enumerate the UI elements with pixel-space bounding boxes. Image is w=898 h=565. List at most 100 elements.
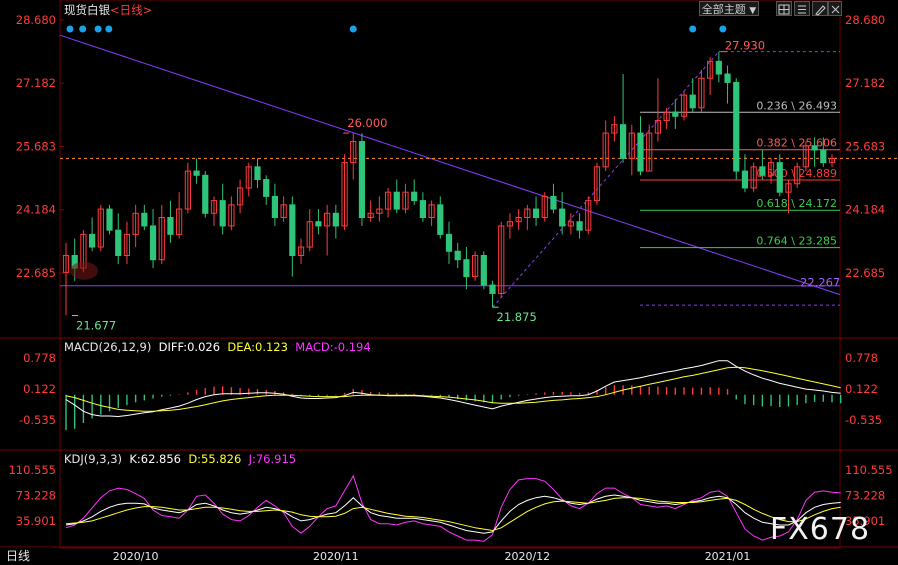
event-dot-icon bbox=[79, 25, 87, 33]
kdj-d-value: D:55.826 bbox=[188, 452, 242, 466]
candle-body bbox=[315, 221, 322, 227]
theme-dropdown[interactable]: 全部主题 ▼ bbox=[699, 1, 759, 16]
price-annotation-label: 27.930 bbox=[725, 39, 765, 53]
macd-dea-value: DEA:0.123 bbox=[227, 340, 288, 354]
candle-body bbox=[733, 81, 740, 172]
y-tick-label-right: 28.680 bbox=[845, 13, 885, 27]
candle-body bbox=[219, 200, 226, 227]
highlight-marker bbox=[70, 261, 98, 280]
macd-dif-line bbox=[65, 360, 841, 418]
trend-line bbox=[59, 34, 841, 296]
close-icon[interactable] bbox=[828, 1, 842, 16]
candle-body bbox=[550, 195, 557, 210]
instrument-name: 现货白银 bbox=[64, 3, 110, 17]
event-dot-icon bbox=[349, 25, 357, 33]
candle-body bbox=[393, 191, 400, 210]
candle-body bbox=[437, 204, 444, 235]
candle-body bbox=[149, 225, 157, 261]
candle-body bbox=[463, 259, 470, 278]
candle-body bbox=[115, 229, 122, 256]
price-annotation-label: 21.677 bbox=[76, 319, 116, 333]
event-dot-icon bbox=[94, 25, 102, 33]
price-annotation-label: 26.000 bbox=[347, 116, 387, 130]
y-tick-label-left: 22.685 bbox=[16, 266, 56, 280]
candle-body bbox=[776, 162, 783, 193]
kdj-j-line bbox=[65, 474, 841, 542]
period-selector[interactable]: 日线 bbox=[0, 547, 52, 565]
candle-body bbox=[271, 195, 279, 219]
candle-body bbox=[532, 208, 540, 219]
y-tick-label-right: 22.685 bbox=[845, 266, 885, 280]
candle-body bbox=[419, 200, 426, 219]
candle-body bbox=[759, 166, 766, 176]
y-tick-label-left: 25.683 bbox=[16, 139, 56, 153]
x-tick-label: 2020/11 bbox=[313, 550, 359, 563]
price-annotation-label: 21.875 bbox=[497, 310, 537, 324]
macd-y-tick-right: 0.778 bbox=[845, 351, 878, 365]
candle-body bbox=[167, 217, 174, 235]
fib-level-label: 0.236 \ 26.493 bbox=[756, 99, 837, 112]
theme-dropdown-label: 全部主题 bbox=[701, 3, 746, 16]
y-tick-label-right: 27.182 bbox=[845, 76, 885, 90]
grid-toggle-icon[interactable] bbox=[776, 1, 792, 16]
candle-body bbox=[724, 73, 731, 83]
macd-y-tick-right: 0.122 bbox=[845, 382, 878, 396]
kdj-y-tick-left: 73.228 bbox=[16, 489, 56, 503]
candle-body bbox=[202, 174, 209, 214]
kdj-j-value: J:76.915 bbox=[248, 452, 297, 466]
x-tick-label: 2020/12 bbox=[504, 550, 550, 563]
candle-body bbox=[619, 124, 627, 159]
candle-body bbox=[289, 204, 296, 256]
candle-body bbox=[672, 111, 679, 117]
macd-y-tick-right: -0.535 bbox=[845, 413, 882, 427]
y-tick-label-left: 24.184 bbox=[16, 203, 56, 217]
candle-body bbox=[741, 170, 749, 189]
candle-body bbox=[193, 170, 200, 176]
fib-level-label: 0.382 \ 25.606 bbox=[756, 137, 837, 150]
fib-base-line bbox=[492, 51, 720, 308]
y-tick-label-right: 25.683 bbox=[845, 139, 885, 153]
macd-macd-value: MACD:-0.194 bbox=[295, 340, 371, 354]
y-tick-label-left: 27.182 bbox=[16, 76, 56, 90]
period-tag[interactable]: <日线> bbox=[110, 3, 152, 17]
macd-y-tick-left: -0.535 bbox=[19, 413, 56, 427]
candle-body bbox=[263, 179, 270, 197]
candle-body bbox=[358, 141, 366, 219]
candle-body bbox=[411, 191, 418, 202]
candle-body bbox=[637, 132, 644, 172]
draw-tool-icon[interactable] bbox=[812, 1, 828, 16]
kdj-header: KDJ(9,3,3) K:62.856 D:55.826 J:76.915 bbox=[64, 452, 296, 466]
y-tick-label-left: 28.680 bbox=[16, 13, 56, 27]
candle-body bbox=[715, 60, 722, 75]
candle-body bbox=[811, 145, 818, 151]
candle-body bbox=[820, 149, 827, 164]
event-dot-icon bbox=[66, 25, 74, 33]
candle-body bbox=[489, 284, 496, 294]
chevron-down-icon: ▼ bbox=[749, 6, 757, 16]
price-annotation-label: 22.267 bbox=[800, 276, 840, 290]
macd-params: MACD(26,12,9) bbox=[64, 340, 152, 354]
candle-body bbox=[254, 166, 261, 181]
x-tick-label: 2020/10 bbox=[113, 550, 159, 563]
kdj-k-value: K:62.856 bbox=[129, 452, 181, 466]
silver-daily-chart: 28.680 28.680 27.182 27.182 25.683 25.683 24.1… bbox=[0, 0, 898, 563]
y-tick-label-right: 24.184 bbox=[845, 203, 885, 217]
kdj-y-tick-left: 35.901 bbox=[16, 514, 56, 528]
candle-body bbox=[89, 233, 96, 248]
macd-header: MACD(26,12,9) DIFF:0.026 DEA:0.123 MACD:… bbox=[64, 340, 371, 354]
candle-body bbox=[141, 212, 148, 227]
chart-title: 现货白银<日线> bbox=[64, 2, 152, 18]
candle-body bbox=[559, 208, 566, 227]
macd-y-tick-left: 0.778 bbox=[23, 351, 56, 365]
fib-level-label: 0.618 \ 24.172 bbox=[756, 197, 837, 210]
macd-diff-value: DIFF:0.026 bbox=[158, 340, 221, 354]
candle-body bbox=[480, 254, 487, 286]
fib-level-label: 0.764 \ 23.285 bbox=[756, 235, 837, 248]
candle-body bbox=[332, 212, 339, 227]
kdj-k-line bbox=[65, 494, 841, 534]
kdj-params: KDJ(9,3,3) bbox=[64, 452, 123, 466]
list-icon[interactable] bbox=[794, 1, 810, 16]
kdj-y-tick-right: 73.228 bbox=[845, 489, 885, 503]
candle-body bbox=[445, 233, 453, 252]
kdj-y-tick-left: 110.555 bbox=[8, 463, 56, 477]
